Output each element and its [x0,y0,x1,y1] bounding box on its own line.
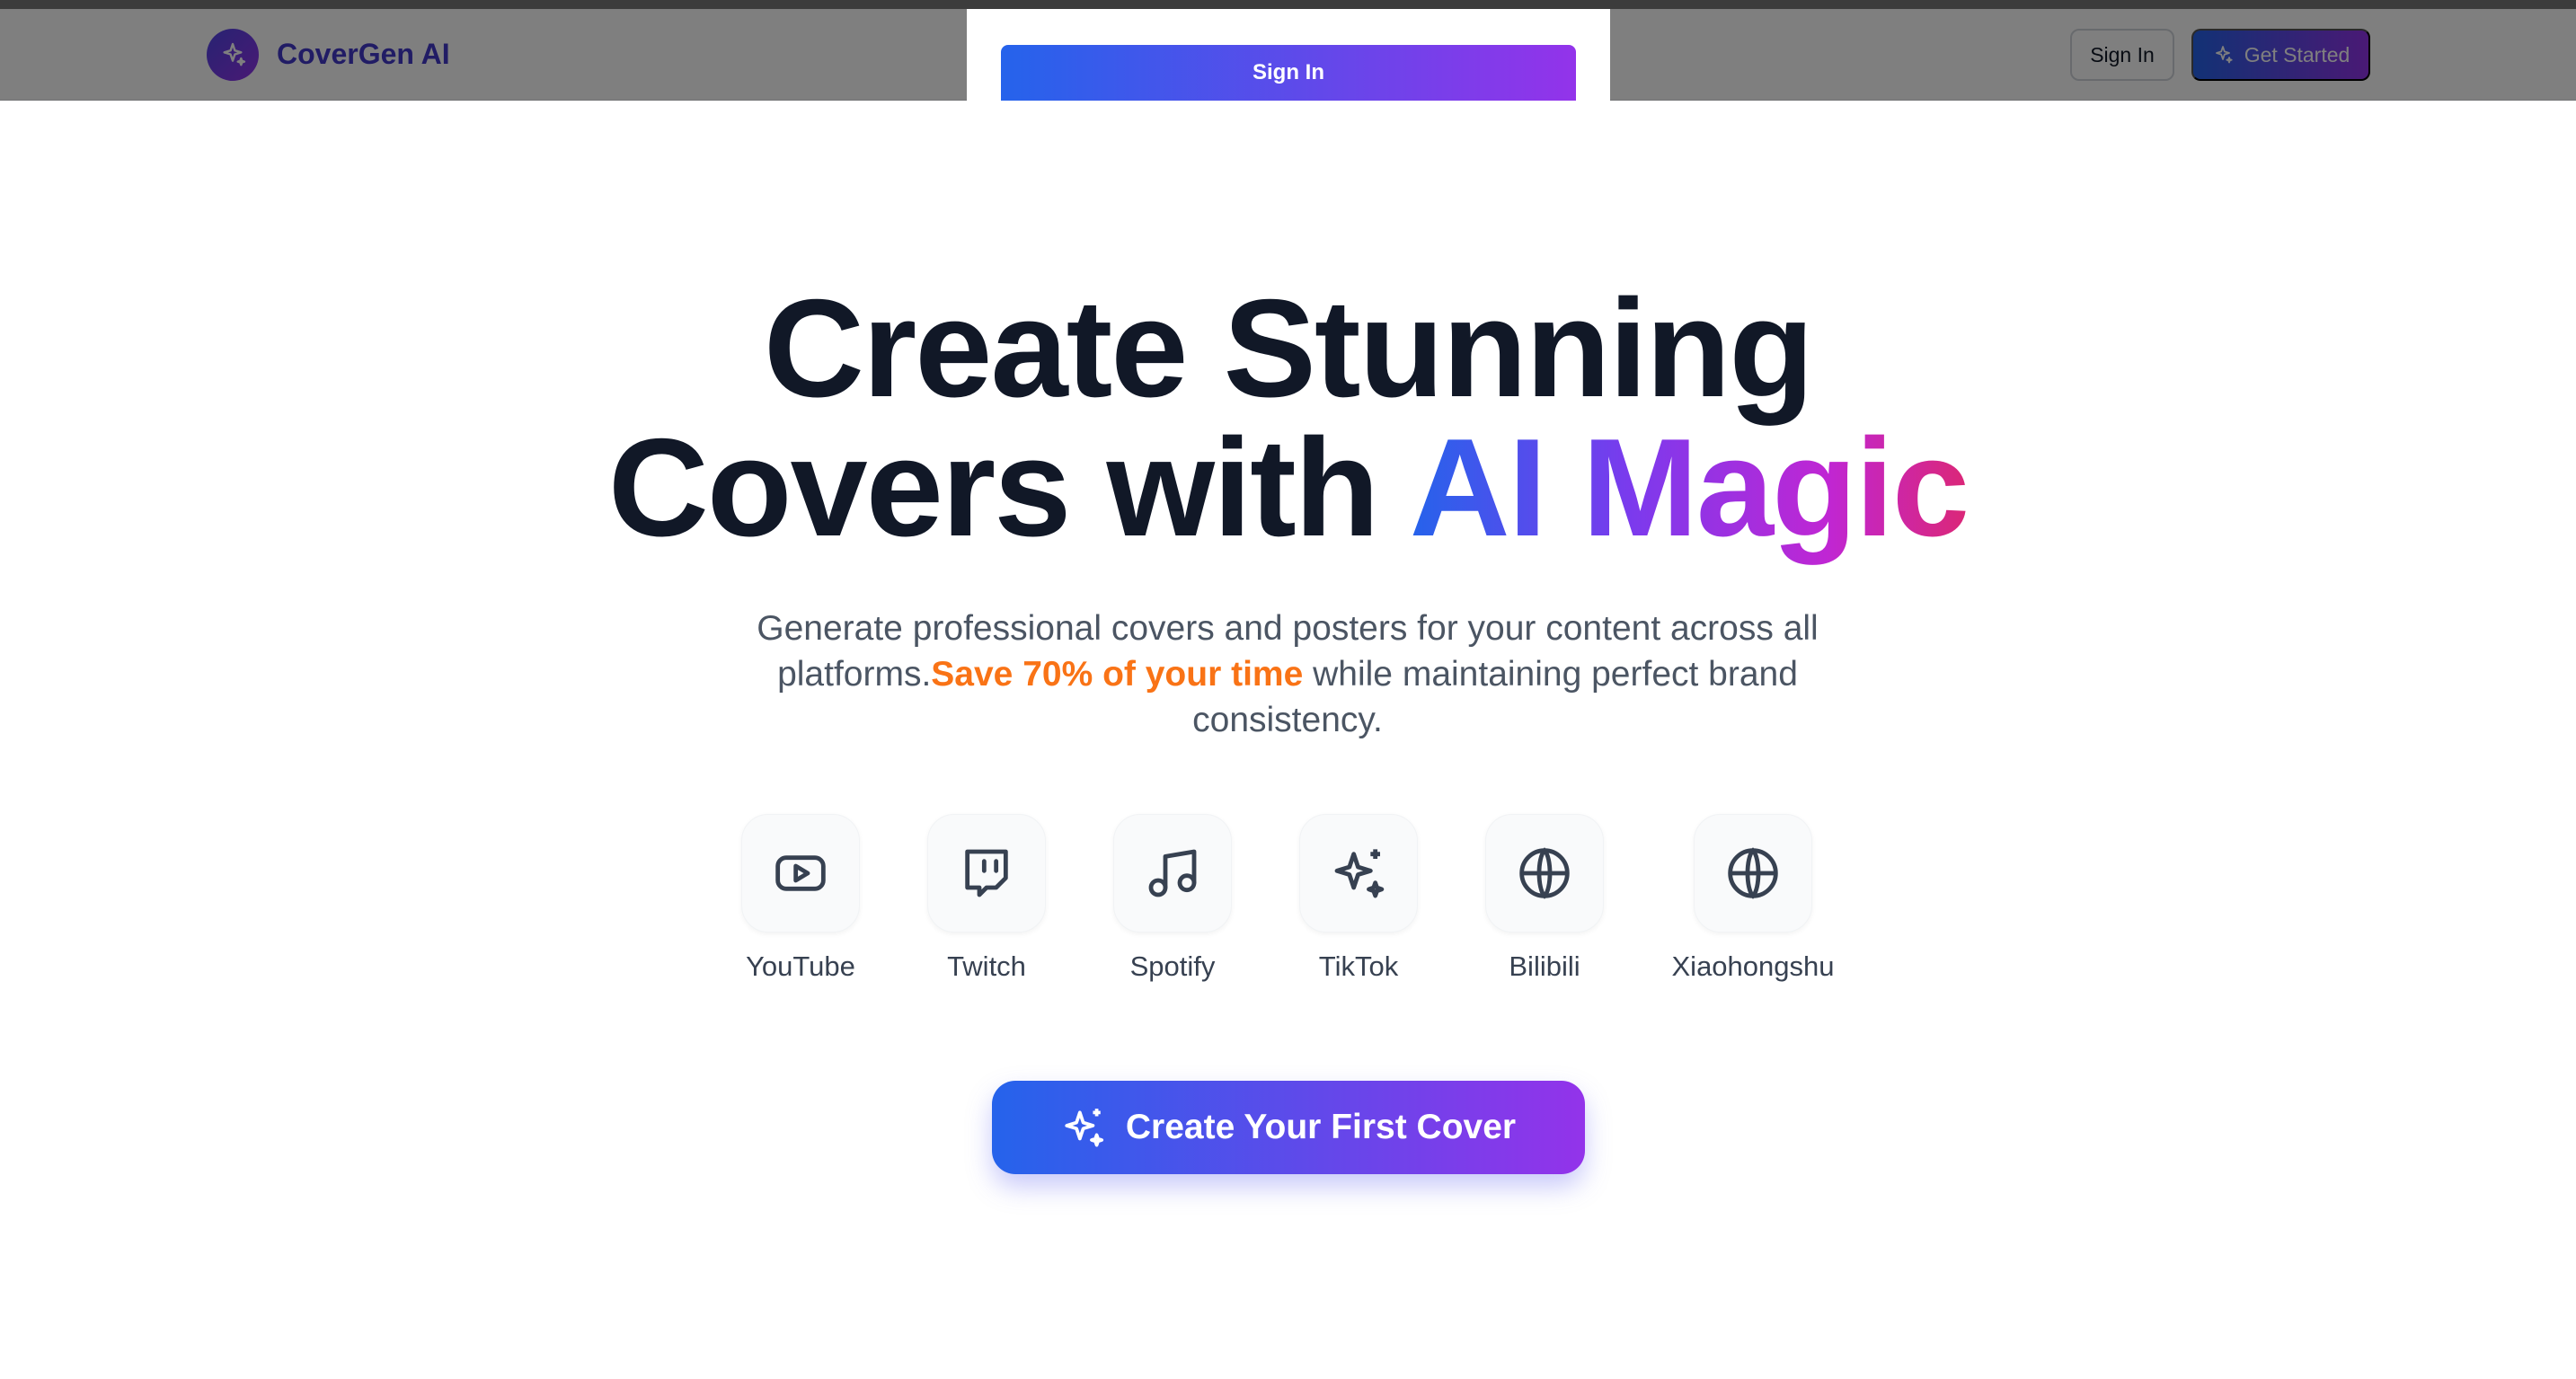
platform-youtube[interactable]: YouTube [741,814,860,982]
headline-line-1: Create Stunning [763,270,1814,426]
platform-xiaohongshu[interactable]: Xiaohongshu [1672,814,1835,982]
youtube-icon [775,855,826,891]
platform-label: Bilibili [1509,950,1580,982]
platform-label: YouTube [746,950,855,982]
headline-line-2: Covers with [607,410,1410,565]
globe-icon [1728,847,1778,899]
platform-list: YouTube Twitch Spotify TikTok Bilibili X… [0,814,2576,994]
platform-label: Twitch [947,950,1026,982]
platform-label: Xiaohongshu [1671,950,1835,982]
hero-subtitle: Generate professional covers and posters… [704,606,1872,743]
sign-in-modal: Sign In [967,9,1610,101]
platform-label: Spotify [1129,950,1216,982]
create-first-cover-button[interactable]: Create Your First Cover [992,1081,1585,1174]
music-note-icon [1148,849,1197,897]
platform-twitch[interactable]: Twitch [927,814,1046,982]
platform-icon-tile [1299,814,1418,933]
globe-icon [1519,847,1570,899]
headline-gradient-text: AI Magic [1409,410,1970,565]
subtitle-highlight: Save 70% of your time [931,655,1304,694]
platform-spotify[interactable]: Spotify [1113,814,1232,982]
platform-icon-tile [741,814,860,933]
twitch-icon [965,849,1008,897]
platform-bilibili[interactable]: Bilibili [1485,814,1604,982]
platform-label: TikTok [1318,950,1399,982]
sparkles-icon [1334,849,1385,898]
cta-label: Create Your First Cover [1125,1108,1517,1146]
hero-headline: Create Stunning Covers with AI Magic [0,278,2576,557]
platform-icon-tile [927,814,1046,933]
platform-icon-tile [1113,814,1232,933]
platform-icon-tile [1485,814,1604,933]
modal-sign-in-button[interactable]: Sign In [1001,45,1576,101]
platform-tiktok[interactable]: TikTok [1299,814,1418,982]
window-top-strip [0,0,2576,9]
sparkles-icon [1065,1109,1103,1147]
platform-icon-tile [1694,814,1812,933]
